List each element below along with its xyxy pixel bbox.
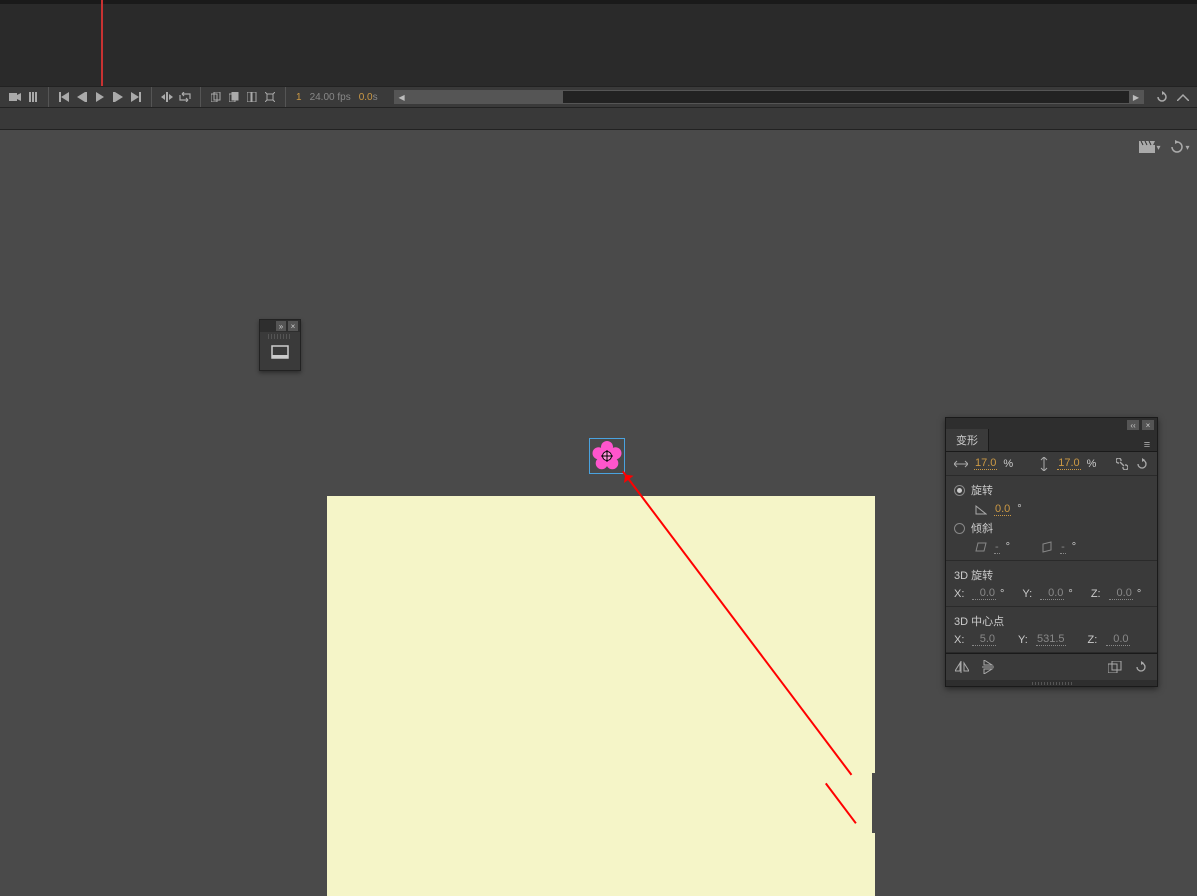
transform-panel-footer [946, 653, 1157, 680]
center3d-z-input[interactable]: 0.0 [1106, 633, 1130, 646]
registration-point-icon [602, 451, 612, 461]
rotate-angle-icon [974, 502, 988, 516]
x-label: X: [954, 588, 968, 600]
pause-lines-icon[interactable] [25, 89, 41, 105]
current-frame-value[interactable]: 1 [292, 92, 306, 103]
rotate3d-z-input[interactable]: 0.0 [1109, 587, 1133, 600]
center-3d-title: 3D 中心点 [954, 611, 1149, 631]
scale-height-unit: % [1087, 458, 1097, 470]
panel-collapse-icon[interactable]: » [276, 321, 286, 331]
scroll-left-arrow[interactable]: ◀ [395, 91, 409, 103]
loop-icon[interactable] [177, 89, 193, 105]
height-arrow-icon [1037, 457, 1051, 471]
camera-icon[interactable] [7, 89, 23, 105]
stage-rotate-icon[interactable]: ▾ [1169, 139, 1191, 155]
rotate-skew-section: 旋转 0.0 ° 倾斜 - ° - ° [946, 476, 1157, 561]
skew-h-unit: ° [1006, 541, 1010, 553]
stage-view-tools: ▾ ▾ [1139, 136, 1197, 158]
rotate-3d-title: 3D 旋转 [954, 565, 1149, 585]
center-3d-section: 3D 中心点 X: 5.0 Y: 531.5 Z: 0.0 [946, 607, 1157, 653]
center3d-y-input[interactable]: 531.5 [1036, 633, 1066, 646]
cy-label: Y: [1018, 634, 1032, 646]
rotate-value-input[interactable]: 0.0 [994, 503, 1011, 516]
modify-markers-icon[interactable] [262, 89, 278, 105]
onion-skin-icon[interactable] [208, 89, 224, 105]
timeline-scrollbar[interactable]: ◀ ▶ [394, 90, 1144, 104]
cz-label: Z: [1088, 634, 1102, 646]
go-to-last-frame-button[interactable] [128, 89, 144, 105]
document-tab-bar [0, 108, 1197, 130]
selected-symbol-instance[interactable] [589, 438, 625, 474]
step-back-button[interactable] [74, 89, 90, 105]
timeline-expand-icon[interactable] [1175, 89, 1191, 105]
panel-collapse-button[interactable]: ‹‹ [1127, 420, 1139, 430]
cx-label: X: [954, 634, 968, 646]
transform-tab[interactable]: 变形 [946, 429, 989, 451]
skew-v-unit: ° [1072, 541, 1076, 553]
constrain-link-icon[interactable] [1115, 457, 1129, 471]
rotate3d-x-unit: ° [1000, 588, 1004, 600]
floating-tool-panel[interactable]: » × [259, 319, 301, 371]
skew-v-input[interactable]: - [1060, 541, 1066, 554]
center3d-x-input[interactable]: 5.0 [972, 633, 996, 646]
timeline-playhead[interactable] [101, 0, 103, 86]
flip-horizontal-icon[interactable] [952, 658, 972, 676]
skew-label: 倾斜 [971, 520, 993, 536]
fps-value[interactable]: 24.00 fps [306, 92, 355, 103]
timeline-reset-icon[interactable] [1154, 89, 1170, 105]
rotate-3d-section: 3D 旋转 X: 0.0 ° Y: 0.0 ° Z: 0.0 ° [946, 561, 1157, 607]
panel-close-icon[interactable]: × [288, 321, 298, 331]
y-label: Y: [1022, 588, 1036, 600]
timeline-toolbar: 1 24.00 fps 0.0s ◀ ▶ [0, 86, 1197, 108]
transform-panel[interactable]: ‹‹ × 变形 ≡ 17.0 % 17.0 % 旋转 [945, 417, 1158, 687]
center-frame-icon[interactable] [159, 89, 175, 105]
stage-fit-icon[interactable] [260, 339, 300, 365]
timeline-top-border [0, 0, 1197, 4]
play-button[interactable] [92, 89, 108, 105]
step-forward-button[interactable] [110, 89, 126, 105]
panel-resize-grip[interactable] [946, 680, 1157, 686]
panel-close-button[interactable]: × [1142, 420, 1154, 430]
rotate3d-x-input[interactable]: 0.0 [972, 587, 996, 600]
width-arrow-icon [954, 457, 968, 471]
timeline-frames-area[interactable] [0, 0, 1197, 86]
go-to-first-frame-button[interactable] [56, 89, 72, 105]
rotate3d-z-unit: ° [1137, 588, 1141, 600]
scale-width-unit: % [1003, 458, 1013, 470]
panel-menu-icon[interactable]: ≡ [1137, 439, 1157, 451]
rotate3d-y-unit: ° [1068, 588, 1072, 600]
scale-row: 17.0 % 17.0 % [946, 452, 1157, 476]
skew-radio[interactable] [954, 523, 965, 534]
skew-h-icon [974, 540, 988, 554]
duplicate-transform-icon[interactable] [1105, 658, 1125, 676]
skew-h-input[interactable]: - [994, 541, 1000, 554]
reset-transform-icon[interactable] [1131, 658, 1151, 676]
rotate-radio[interactable] [954, 485, 965, 496]
rotate-unit: ° [1017, 503, 1021, 515]
elapsed-time-value[interactable]: 0.0s [355, 92, 382, 103]
clapperboard-icon[interactable]: ▾ [1139, 139, 1161, 155]
rotate3d-y-input[interactable]: 0.0 [1040, 587, 1064, 600]
scroll-right-arrow[interactable]: ▶ [1129, 91, 1143, 103]
flip-vertical-icon[interactable] [978, 658, 998, 676]
rotate-label: 旋转 [971, 482, 993, 498]
scroll-thumb[interactable] [409, 91, 563, 103]
stage-pasteboard-edge [872, 773, 876, 833]
reset-scale-icon[interactable] [1135, 457, 1149, 471]
stage-canvas-area[interactable]: » × ‹‹ × 变形 ≡ 17.0 % 17.0 % [0, 156, 1197, 803]
scale-height-input[interactable]: 17.0 [1057, 457, 1080, 470]
onion-skin-outlines-icon[interactable] [226, 89, 242, 105]
skew-v-icon [1040, 540, 1054, 554]
scale-width-input[interactable]: 17.0 [974, 457, 997, 470]
edit-multiple-frames-icon[interactable] [244, 89, 260, 105]
z-label: Z: [1091, 588, 1105, 600]
